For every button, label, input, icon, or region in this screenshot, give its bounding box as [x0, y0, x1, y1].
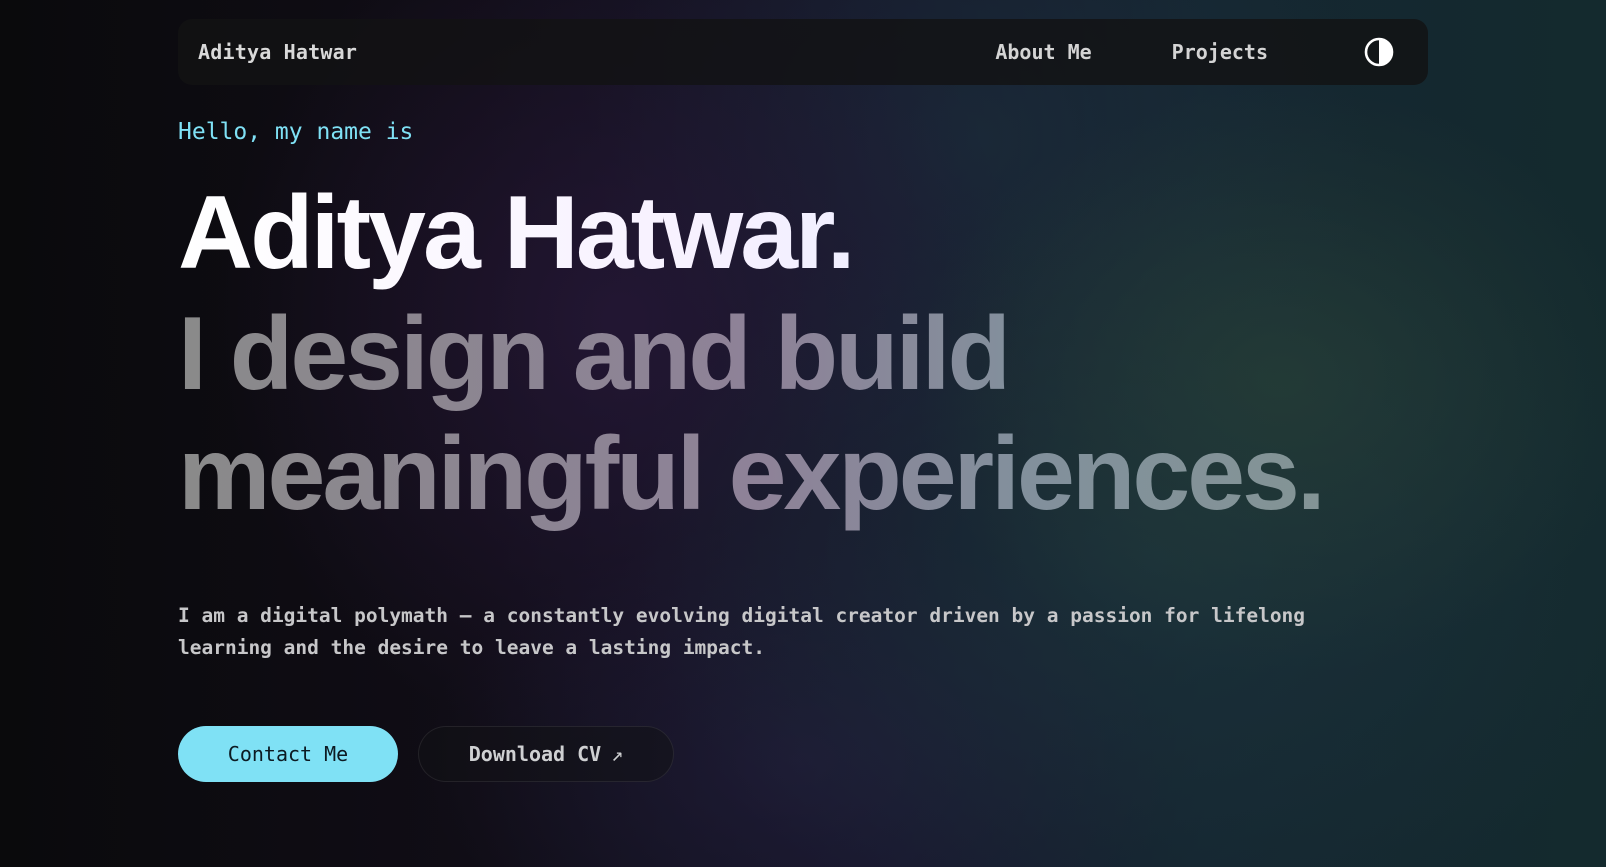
nav-link-about-me[interactable]: About Me [995, 40, 1091, 64]
navbar: Aditya Hatwar About Me Projects [178, 19, 1428, 85]
hero-tagline-line-1: I design and build [178, 296, 1008, 412]
brand-logo-text[interactable]: Aditya Hatwar [198, 40, 357, 64]
hero-cta-row: Contact Me Download CV ↗ [178, 726, 1478, 782]
contact-me-button[interactable]: Contact Me [178, 726, 398, 782]
download-cv-button[interactable]: Download CV ↗ [418, 726, 674, 782]
contrast-icon [1364, 37, 1394, 67]
hero-intro-text: I am a digital polymath — a constantly e… [178, 604, 1306, 659]
theme-toggle-button[interactable] [1364, 37, 1394, 67]
hero-tagline-line-2: meaningful experiences. [178, 416, 1323, 532]
hero-greeting: Hello, my name is [178, 119, 414, 145]
download-cv-label: Download CV [468, 742, 602, 766]
hero-name-heading: Aditya Hatwar. [178, 174, 1478, 292]
nav-links: About Me Projects [995, 37, 1408, 67]
external-arrow-icon: ↗ [611, 742, 624, 766]
hero-section: Hello, my name is Aditya Hatwar. I desig… [178, 112, 1478, 782]
hero-tagline: I design and build meaningful experience… [178, 294, 1478, 534]
nav-link-projects[interactable]: Projects [1172, 40, 1268, 64]
